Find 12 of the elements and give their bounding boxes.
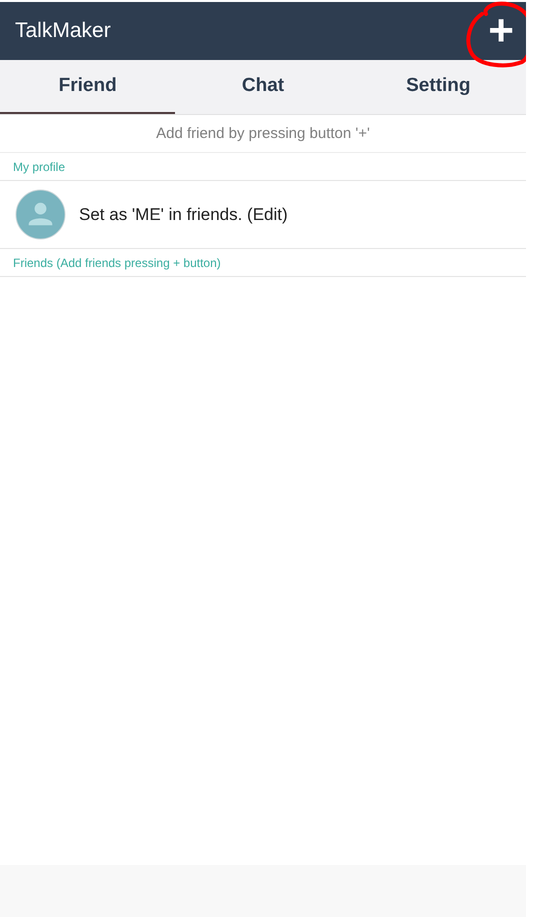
tab[interactable]: Chat (175, 60, 351, 114)
tab[interactable]: Friend (0, 60, 176, 114)
profile-text: Set as 'ME' in friends. (Edit) (79, 204, 288, 224)
circle-annotation (466, 2, 526, 68)
tab[interactable]: Setting (350, 60, 526, 114)
app-title: TalkMaker (15, 19, 111, 43)
section-header: My profile (0, 153, 526, 181)
profile-row[interactable]: Set as 'ME' in friends. (Edit) (0, 181, 526, 249)
avatar-icon (15, 189, 66, 240)
add-button[interactable]: + (488, 9, 514, 53)
section-header: Friends (Add friends pressing + button) (0, 249, 526, 277)
hint-text: Add friend by pressing button '+' (0, 115, 526, 153)
